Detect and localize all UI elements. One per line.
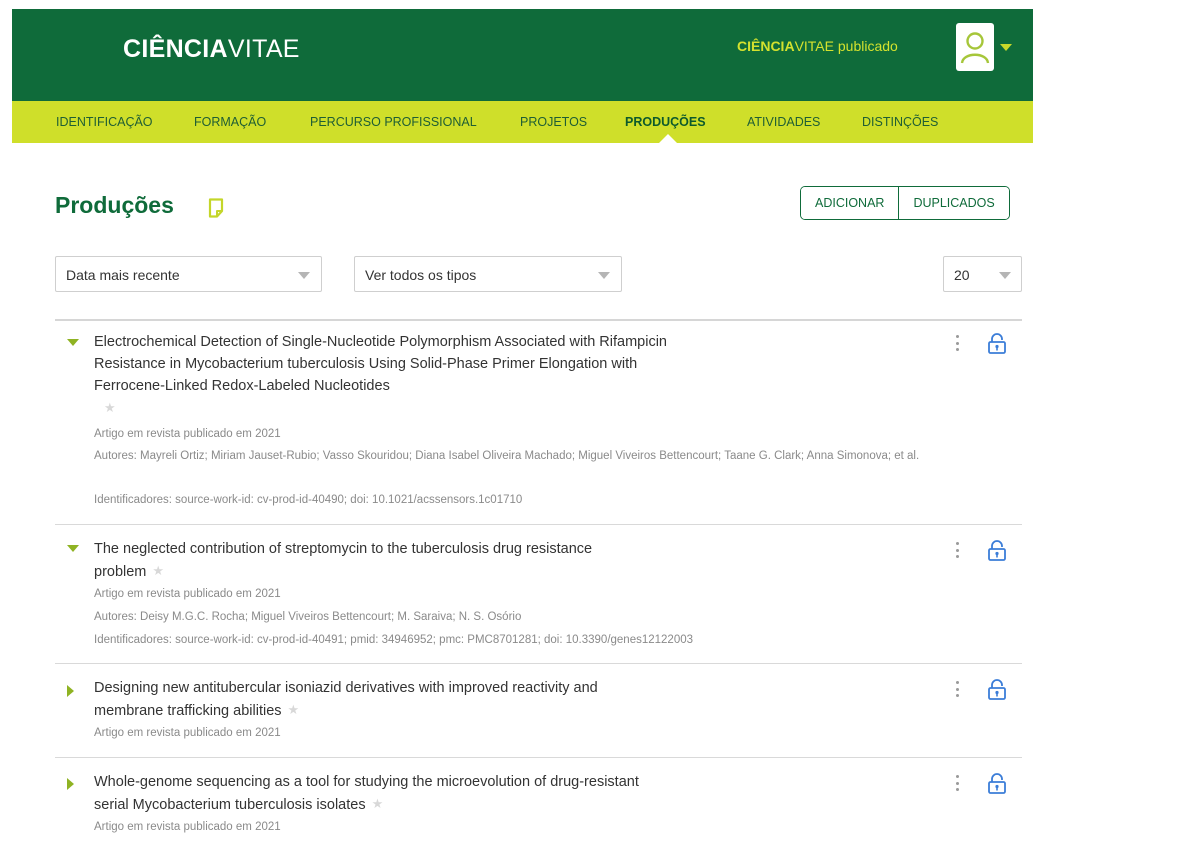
- chevron-down-icon: [598, 272, 610, 279]
- unlock-icon[interactable]: [987, 333, 1007, 355]
- chevron-down-icon: [298, 272, 310, 279]
- production-authors: Autores: Mayreli Ortiz; Miriam Jauset-Ru…: [94, 450, 920, 462]
- chevron-down-icon: [999, 272, 1011, 279]
- add-button[interactable]: ADICIONAR: [801, 187, 899, 219]
- chevron-down-icon[interactable]: [1000, 44, 1012, 51]
- more-options-icon[interactable]: [951, 542, 963, 562]
- star-icon[interactable]: ★: [152, 560, 164, 582]
- nav-item-atividades[interactable]: ATIVIDADES: [747, 115, 820, 129]
- more-options-icon[interactable]: [951, 335, 963, 355]
- more-options-icon[interactable]: [951, 681, 963, 701]
- main-nav: IDENTIFICAÇÃO FORMAÇÃO PERCURSO PROFISSI…: [12, 101, 1033, 143]
- star-icon[interactable]: ★: [104, 397, 116, 419]
- page-size-value: 20: [954, 267, 970, 283]
- caret-right-icon[interactable]: [67, 778, 74, 790]
- publication-status[interactable]: CIÊNCIAVITAE publicado: [737, 38, 898, 54]
- note-icon[interactable]: [208, 198, 224, 218]
- production-title[interactable]: Whole-genome sequencing as a tool for st…: [94, 771, 644, 816]
- production-item: Designing new antitubercular isoniazid d…: [55, 664, 1022, 758]
- production-authors: Autores: Deisy M.G.C. Rocha; Miguel Vive…: [94, 611, 522, 623]
- page-size-select[interactable]: 20: [943, 256, 1022, 292]
- production-item: Electrochemical Detection of Single-Nucl…: [55, 321, 1022, 525]
- nav-item-projetos[interactable]: PROJETOS: [520, 115, 587, 129]
- active-tab-indicator: [659, 134, 677, 143]
- nav-item-identificacao[interactable]: IDENTIFICAÇÃO: [56, 115, 153, 129]
- production-title[interactable]: Electrochemical Detection of Single-Nucl…: [94, 331, 684, 420]
- unlock-icon[interactable]: [987, 540, 1007, 562]
- star-icon[interactable]: ★: [372, 793, 384, 815]
- caret-down-icon[interactable]: [67, 545, 79, 552]
- type-select-value: Ver todos os tipos: [365, 267, 477, 283]
- production-identifiers: Identificadores: source-work-id: cv-prod…: [94, 634, 694, 646]
- production-title[interactable]: The neglected contribution of streptomyc…: [94, 538, 614, 583]
- unlock-icon[interactable]: [987, 679, 1007, 701]
- app-logo[interactable]: CIÊNCIAVITAE: [123, 35, 300, 64]
- duplicates-button[interactable]: DUPLICADOS: [898, 187, 1009, 219]
- production-actions: ADICIONAR DUPLICADOS: [800, 186, 1010, 220]
- nav-item-percurso-profissional[interactable]: PERCURSO PROFISSIONAL: [310, 115, 477, 129]
- sort-select[interactable]: Data mais recente: [55, 256, 322, 292]
- caret-down-icon[interactable]: [67, 339, 79, 346]
- production-type: Artigo em revista publicado em 2021: [94, 727, 281, 739]
- user-avatar[interactable]: [956, 23, 994, 71]
- production-type: Artigo em revista publicado em 2021: [94, 821, 281, 833]
- production-item: The neglected contribution of streptomyc…: [55, 525, 1022, 664]
- sort-select-value: Data mais recente: [66, 267, 180, 283]
- user-icon: [960, 32, 990, 64]
- unlock-icon[interactable]: [987, 773, 1007, 795]
- nav-item-producoes[interactable]: PRODUÇÕES: [625, 115, 706, 129]
- production-type: Artigo em revista publicado em 2021: [94, 588, 281, 600]
- production-item: Whole-genome sequencing as a tool for st…: [55, 758, 1022, 847]
- app-header: CIÊNCIAVITAE CIÊNCIAVITAE publicado: [12, 9, 1033, 101]
- caret-right-icon[interactable]: [67, 685, 74, 697]
- more-options-icon[interactable]: [951, 775, 963, 795]
- nav-item-distincoes[interactable]: DISTINÇÕES: [862, 115, 938, 129]
- page-title: Produções: [55, 192, 174, 218]
- type-select[interactable]: Ver todos os tipos: [354, 256, 622, 292]
- nav-item-formacao[interactable]: FORMAÇÃO: [194, 115, 266, 129]
- production-identifiers: Identificadores: source-work-id: cv-prod…: [94, 494, 523, 506]
- production-title[interactable]: Designing new antitubercular isoniazid d…: [94, 677, 664, 722]
- star-icon[interactable]: ★: [288, 699, 300, 721]
- production-type: Artigo em revista publicado em 2021: [94, 428, 281, 440]
